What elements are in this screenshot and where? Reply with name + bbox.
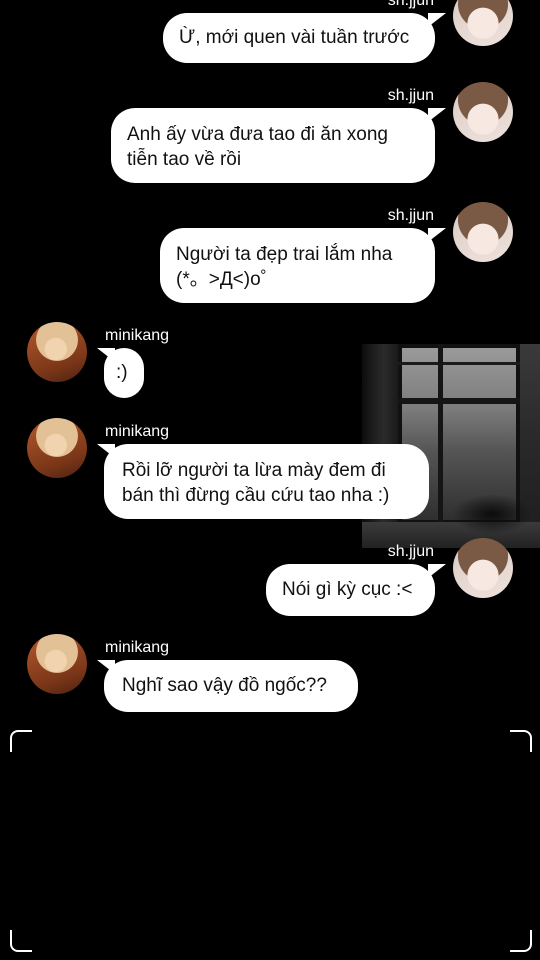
message-bubble[interactable]: Nghĩ sao vậy đồ ngốc??	[104, 660, 358, 712]
username-minikang: minikang	[105, 639, 170, 656]
username-shjjun: sh.jjun	[387, 543, 434, 560]
avatar-shjjun[interactable]	[453, 538, 513, 598]
avatar-shjjun[interactable]	[453, 202, 513, 262]
message-bubble[interactable]: Nói gì kỳ cục :<	[266, 564, 435, 616]
frame-corner-top-left	[10, 730, 32, 752]
username-minikang: minikang	[105, 423, 170, 440]
window-transom	[398, 362, 520, 365]
avatar-shjjun[interactable]	[453, 0, 513, 46]
bubble-tail	[428, 228, 446, 242]
message-bubble[interactable]: Ừ, mới quen vài tuần trước	[163, 13, 435, 63]
message-bubble[interactable]: Anh ấy vừa đưa tao đi ăn xong tiễn tao v…	[111, 108, 435, 183]
avatar-shjjun[interactable]	[453, 82, 513, 142]
window-crossbar	[398, 398, 520, 404]
username-shjjun: sh.jjun	[387, 87, 434, 104]
username-shjjun: sh.jjun	[387, 0, 434, 9]
frame-corner-top-right	[510, 730, 532, 752]
message-bubble[interactable]: Rồi lỡ người ta lừa mày đem đi bán thì đ…	[104, 444, 429, 519]
frame-corner-bottom-right	[510, 930, 532, 952]
bubble-tail	[97, 660, 115, 674]
bubble-tail	[428, 13, 446, 27]
message-bubble[interactable]: Người ta đẹp trai lắm nha (*。>Д<)o゜	[160, 228, 435, 303]
bubble-tail	[97, 348, 115, 362]
username-minikang: minikang	[105, 327, 170, 344]
shadow	[452, 494, 532, 534]
avatar-minikang[interactable]	[27, 322, 87, 382]
bubble-tail	[97, 444, 115, 458]
bubble-tail	[428, 108, 446, 122]
bubble-tail	[428, 564, 446, 578]
username-shjjun: sh.jjun	[387, 207, 434, 224]
window-mullion	[438, 344, 443, 524]
avatar-minikang[interactable]	[27, 634, 87, 694]
avatar-minikang[interactable]	[27, 418, 87, 478]
frame-corner-bottom-left	[10, 930, 32, 952]
